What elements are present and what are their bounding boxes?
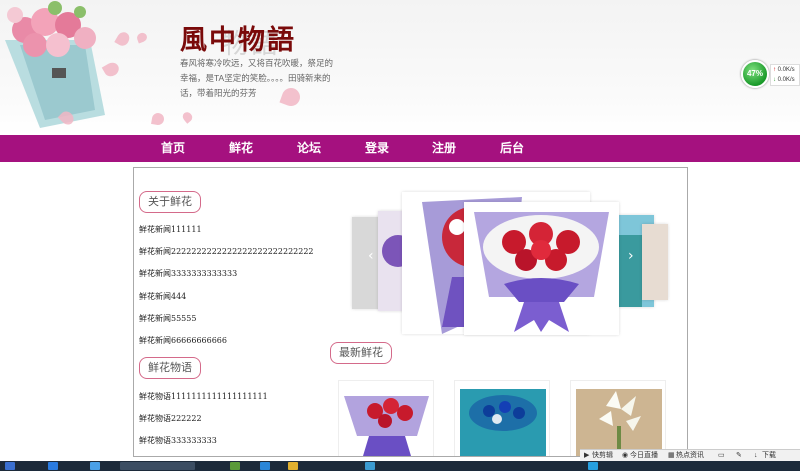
about-news-item[interactable]: 鲜花新闻3333333333333: [139, 269, 237, 279]
petal-decoration: [151, 112, 165, 126]
taskbar-app-icon[interactable]: [90, 462, 100, 470]
story-item[interactable]: 鲜花物语333333333: [139, 436, 217, 446]
story-heading: 鲜花物语: [139, 357, 201, 379]
nav-register[interactable]: 注册: [432, 135, 456, 162]
carousel-slide-active[interactable]: [464, 202, 619, 335]
nav-home[interactable]: 首页: [161, 135, 185, 162]
product-thumb-roses[interactable]: [338, 380, 434, 456]
taskbar-app-icon[interactable]: [230, 462, 240, 470]
about-news-item[interactable]: 鲜花新闻2222222222222222222222222222: [139, 247, 314, 257]
petal-decoration: [180, 110, 195, 124]
status-live[interactable]: 今日直播: [630, 450, 658, 461]
download-arrow-icon: ↓: [773, 77, 776, 83]
upload-rate: 0.0K/s: [777, 67, 795, 73]
status-icon: ◉: [622, 452, 629, 459]
network-speed-widget[interactable]: 47% ↑ 0.0K/s ↓ 0.0K/s: [739, 60, 800, 90]
taskbar: [0, 461, 800, 471]
status-download[interactable]: 下载: [762, 450, 776, 461]
carousel-slide[interactable]: [642, 224, 668, 300]
about-news-item[interactable]: 鲜花新闻55555: [139, 314, 196, 324]
pin-icon[interactable]: ✎: [736, 450, 742, 461]
taskbar-app-icon[interactable]: [260, 462, 270, 470]
about-heading: 关于鲜花: [139, 191, 201, 213]
story-item[interactable]: 鲜花物语222222: [139, 414, 202, 424]
download-icon[interactable]: ↓: [754, 450, 758, 461]
taskbar-app-icon[interactable]: [48, 462, 58, 470]
about-news-item[interactable]: 鲜花新闻66666666666: [139, 336, 227, 346]
nav-flowers[interactable]: 鲜花: [229, 135, 253, 162]
status-icon: ▶: [584, 452, 590, 459]
nav-admin[interactable]: 后台: [500, 135, 524, 162]
petal-decoration: [135, 31, 149, 44]
site-tagline: 春风将寒冷吹远，又将百花吹暖，祭足的幸福，是TA坚定的笑脸。。。。田骑新来的话，…: [180, 58, 334, 98]
taskbar-active-app[interactable]: [120, 462, 195, 470]
story-item[interactable]: 鲜花物语1111111111111111111: [139, 392, 268, 402]
main-nav: 首页 鲜花 论坛 登录 注册 后台: [0, 135, 800, 162]
download-rate: 0.0K/s: [777, 77, 795, 83]
taskbar-app-icon[interactable]: [288, 462, 298, 470]
network-rates: ↑ 0.0K/s ↓ 0.0K/s: [770, 64, 800, 86]
product-thumb-blue-roses[interactable]: [454, 380, 550, 456]
site-logo[interactable]: 風中物語: [180, 18, 296, 57]
latest-heading: 最新鲜花: [330, 342, 392, 364]
taskbar-app-icon[interactable]: [365, 462, 375, 470]
header-banner: 物語 風中物語 春风将寒冷吹远，又将百花吹暖，祭足的幸福，是TA坚定的笑脸。。。…: [0, 0, 800, 135]
window-icon[interactable]: ▭: [718, 450, 725, 461]
upload-arrow-icon: ↑: [773, 67, 776, 73]
taskbar-app-icon[interactable]: [588, 462, 598, 470]
nav-forum[interactable]: 论坛: [297, 135, 321, 162]
about-news-item[interactable]: 鲜花新闻444: [139, 292, 186, 302]
browser-statusbar: ▶ 快剪辑 ◉ 今日直播 ▦ 热点资讯 ▭ ✎ ↓ 下载: [580, 449, 800, 461]
carousel-next-icon[interactable]: ›: [628, 248, 634, 264]
carousel-prev-icon[interactable]: ‹: [368, 248, 374, 264]
product-thumb-lilies[interactable]: [570, 380, 666, 456]
status-kuaijianji[interactable]: 快剪辑: [592, 450, 613, 461]
status-news[interactable]: 热点资讯: [676, 450, 704, 461]
start-icon[interactable]: [5, 462, 15, 470]
about-news-item[interactable]: 鲜花新闻111111: [139, 225, 202, 235]
status-icon: ▦: [668, 452, 675, 459]
main-content: 关于鲜花 鲜花新闻111111 鲜花新闻22222222222222222222…: [133, 167, 688, 457]
network-percent-ball[interactable]: 47%: [741, 60, 769, 88]
nav-login[interactable]: 登录: [365, 135, 389, 162]
